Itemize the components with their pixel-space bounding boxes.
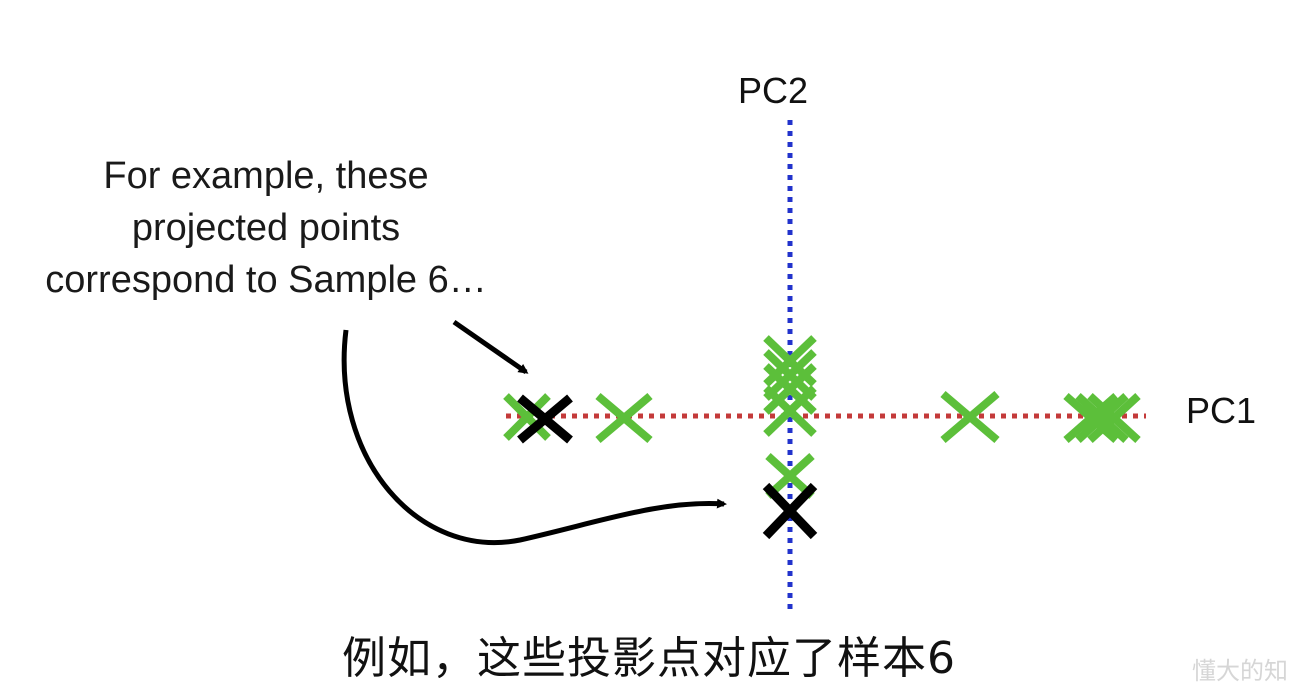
pca-projection-diagram: For example, these projected points corr… [0, 0, 1298, 694]
annotation-line-1: For example, these [103, 155, 429, 197]
pc2-projection-point [763, 385, 817, 437]
diagram-canvas [341, 120, 1146, 612]
pc1-axis-label: PC1 [1186, 390, 1257, 431]
pc1-projection-marks [503, 390, 1141, 444]
pc2-axis-label: PC2 [738, 70, 809, 111]
sample6-projection-marks [517, 394, 818, 540]
sample6-annotation: For example, these projected points corr… [0, 150, 532, 306]
video-subtitle: 例如，这些投影点对应了样本6 [342, 633, 956, 684]
arrow-to-pc2-projection [341, 329, 727, 545]
watermark: 懂大的知 [1192, 657, 1288, 685]
pc1-projection-point [940, 390, 1000, 444]
annotation-line-2: projected points [131, 207, 401, 249]
annotation-line-3: correspond to Sample 6… [45, 259, 487, 301]
arrow-to-pc1-projection [452, 319, 529, 375]
